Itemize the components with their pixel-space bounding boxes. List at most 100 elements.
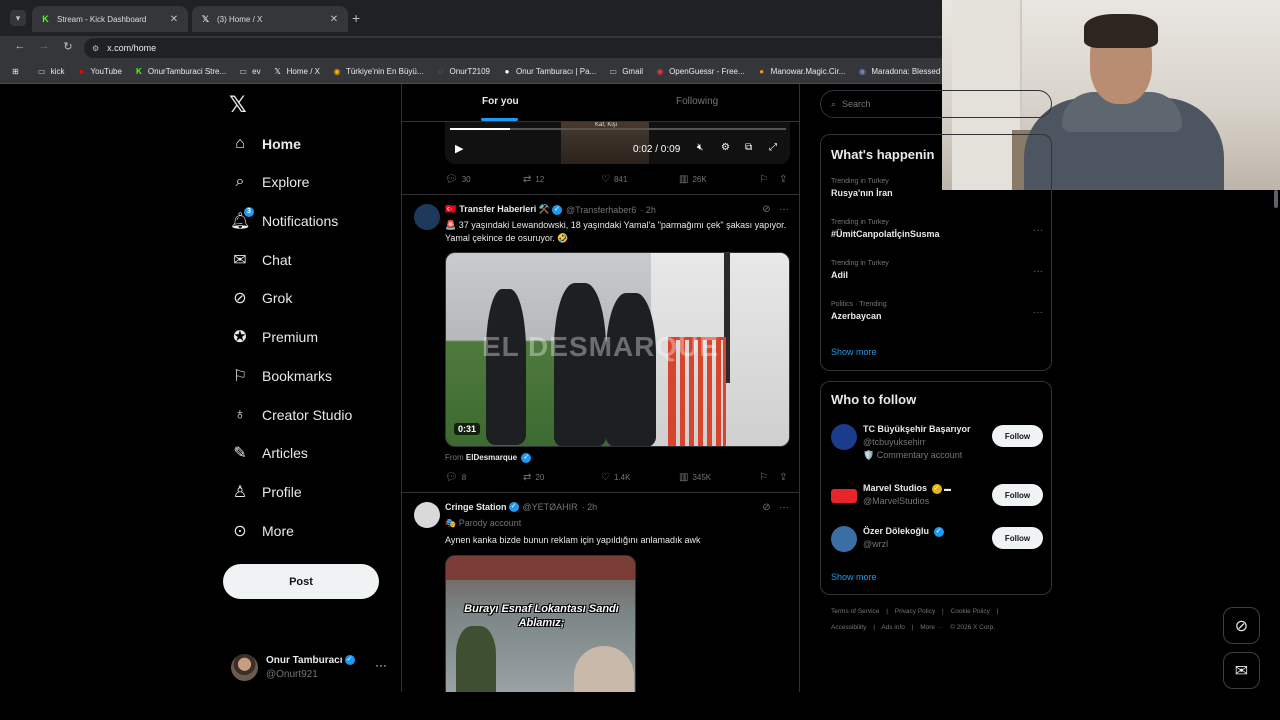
site-info-icon[interactable]: ⚙: [92, 44, 99, 53]
browser-tab-x[interactable]: 𝕏 (3) Home / X ✕: [192, 6, 348, 32]
new-tab-button[interactable]: +: [352, 10, 360, 26]
share-button[interactable]: ⇪: [779, 174, 791, 185]
views-button[interactable]: ▥ 26K: [679, 174, 707, 185]
more-link[interactable]: More ···: [920, 624, 943, 631]
nav-premium[interactable]: ✪ Premium: [230, 323, 318, 351]
nav-home[interactable]: ⌂ Home: [230, 130, 301, 158]
nav-bookmarks[interactable]: ⚐ Bookmarks: [230, 362, 332, 390]
apps-icon[interactable]: ⊞: [12, 67, 19, 76]
browser-tab-kick[interactable]: K Stream - Kick Dashboard ✕: [32, 6, 188, 32]
source-name[interactable]: ElDesmarque: [466, 453, 517, 462]
bookmark-item[interactable]: ▭ Gmail: [608, 67, 643, 77]
nav-more[interactable]: ⊙ More: [230, 517, 294, 545]
page-scrollbar[interactable]: [1274, 190, 1278, 690]
search-input[interactable]: ⌕ Search: [820, 90, 1052, 118]
author-handle[interactable]: @Transferhaber6: [566, 205, 636, 215]
bookmark-item[interactable]: ● Manowar.Magic.Cir...: [757, 67, 845, 77]
settings-gear-icon[interactable]: ⚙: [721, 142, 730, 153]
bookmark-item[interactable]: K OnurTamburaci Stre...: [134, 67, 226, 77]
trend-item[interactable]: Trending in Turkey Rusya'nın İran: [831, 178, 1043, 208]
grok-fab-button[interactable]: ⊘: [1223, 607, 1260, 644]
more-icon[interactable]: ···: [1033, 266, 1043, 277]
tweet-time[interactable]: · 2h: [640, 205, 656, 215]
trend-item[interactable]: Trending in Turkey Adil ···: [831, 260, 1043, 290]
close-icon[interactable]: ✕: [168, 14, 180, 25]
x-logo-icon[interactable]: 𝕏: [229, 93, 247, 118]
repost-button[interactable]: ⇄ 20: [523, 472, 544, 483]
more-icon[interactable]: ···: [1033, 307, 1043, 318]
like-button[interactable]: ♡ 1.4K: [601, 472, 630, 483]
more-icon[interactable]: ···: [779, 502, 789, 513]
ads-info-link[interactable]: Ads info: [881, 624, 905, 631]
bookmark-item[interactable]: ● YouTube: [76, 67, 122, 77]
address-bar[interactable]: ⚙ x.com/home: [84, 38, 964, 58]
privacy-link[interactable]: Privacy Policy: [895, 608, 935, 615]
back-arrow-icon[interactable]: ←: [12, 40, 28, 52]
forward-arrow-icon[interactable]: →: [36, 40, 52, 52]
show-more-link[interactable]: Show more: [831, 347, 877, 357]
picture-in-picture-icon[interactable]: ⧉: [745, 142, 752, 153]
mute-icon[interactable]: 🔇︎: [697, 142, 703, 153]
author-handle[interactable]: @YETØAHIR: [523, 502, 578, 512]
fullscreen-icon[interactable]: ⤢: [769, 142, 777, 153]
bookmark-item[interactable]: ◉ Türkiye'nin En Büyü...: [332, 67, 423, 77]
grok-icon[interactable]: ⊘: [762, 204, 770, 215]
nav-creator-studio[interactable]: ♁ Creator Studio: [230, 401, 352, 429]
bookmark-item[interactable]: 𝕏 Home / X: [273, 67, 320, 77]
bookmark-item[interactable]: ◉ OpenGuessr - Free...: [655, 67, 745, 77]
tab-following[interactable]: Following: [676, 96, 718, 107]
more-icon[interactable]: ···: [1033, 225, 1043, 236]
views-button[interactable]: ▥ 345K: [679, 472, 711, 483]
nav-articles[interactable]: ✎ Articles: [230, 439, 308, 467]
nav-chat[interactable]: ✉ Chat: [230, 246, 291, 274]
more-icon[interactable]: ···: [779, 204, 789, 215]
nav-grok[interactable]: ⊘ Grok: [230, 284, 292, 312]
reload-icon[interactable]: ↻: [60, 40, 76, 53]
follow-button[interactable]: Follow: [992, 425, 1043, 447]
nav-profile[interactable]: ♙ Profile: [230, 478, 302, 506]
nav-notifications[interactable]: 🔔︎ 3 Notifications: [230, 207, 338, 235]
repost-button[interactable]: ⇄ 12: [523, 174, 544, 185]
messages-fab-button[interactable]: ✉: [1223, 652, 1260, 689]
reply-button[interactable]: 💬︎ 8: [445, 472, 466, 483]
follow-button[interactable]: Follow: [992, 527, 1043, 549]
bookmark-item[interactable]: ● Onur Tamburacı | Pa...: [502, 67, 597, 77]
bookmark-item[interactable]: ▭ ev: [238, 67, 260, 77]
reply-button[interactable]: 💬︎ 30: [445, 174, 471, 185]
avatar[interactable]: [414, 204, 440, 230]
more-icon[interactable]: ···: [375, 658, 387, 672]
follow-suggestion[interactable]: Özer Dölekoğlu ✓ @wrzl Follow: [831, 526, 1043, 560]
bookmark-item[interactable]: ◌ OnurT2109: [436, 67, 490, 77]
nav-explore[interactable]: ⌕ Explore: [230, 168, 310, 196]
accessibility-link[interactable]: Accessibility: [831, 624, 866, 631]
share-button[interactable]: ⇪: [779, 472, 791, 483]
show-more-link[interactable]: Show more: [831, 572, 877, 582]
trend-item[interactable]: Trending in Turkey #ÜmitCanpolatİçinSusm…: [831, 219, 1043, 249]
follow-button[interactable]: Follow: [992, 484, 1043, 506]
cookie-link[interactable]: Cookie Policy: [951, 608, 990, 615]
grok-icon[interactable]: ⊘: [762, 502, 770, 513]
follow-suggestion[interactable]: TC Büyükşehir Başarıyor @tcbuyuksehirr 🛡…: [831, 424, 1043, 460]
tweet-image[interactable]: Burayı Esnaf Lokantası Sandı Ablamız;: [445, 555, 636, 692]
play-icon[interactable]: ▶: [455, 142, 463, 155]
author-name[interactable]: Cringe Station: [445, 502, 507, 512]
bookmark-item[interactable]: ▭ kick: [37, 67, 65, 77]
terms-link[interactable]: Terms of Service: [831, 608, 879, 615]
trend-item[interactable]: Politics · Trending Azerbaycan ···: [831, 301, 1043, 331]
like-button[interactable]: ♡ 841: [601, 174, 627, 185]
bookmark-button[interactable]: ⚐: [759, 472, 772, 483]
close-icon[interactable]: ✕: [328, 14, 340, 25]
scrollbar-thumb[interactable]: [1274, 190, 1278, 208]
bookmark-button[interactable]: ⚐: [759, 174, 772, 185]
bookmark-item[interactable]: ◉ Maradona: Blessed: [857, 67, 940, 77]
video-player[interactable]: Kaf, Kişi ▶ 0:02 / 0:09 🔇︎ ⚙ ⧉ ⤢: [445, 122, 790, 164]
tweet-time[interactable]: · 2h: [582, 502, 598, 512]
account-switcher[interactable]: Onur Tamburacı ✓ @Onurt921 ···: [231, 654, 391, 684]
tab-for-you[interactable]: For you: [482, 96, 519, 107]
follow-suggestion[interactable]: Marvel Studios ✓ ▬ @MarvelStudios Follow: [831, 483, 1043, 517]
tab-search-button[interactable]: ▾: [10, 10, 26, 26]
avatar[interactable]: [414, 502, 440, 528]
author-name[interactable]: Transfer Haberleri ⚒️: [459, 204, 550, 215]
post-button[interactable]: Post: [223, 564, 379, 599]
video-progress-bar[interactable]: [450, 128, 786, 130]
